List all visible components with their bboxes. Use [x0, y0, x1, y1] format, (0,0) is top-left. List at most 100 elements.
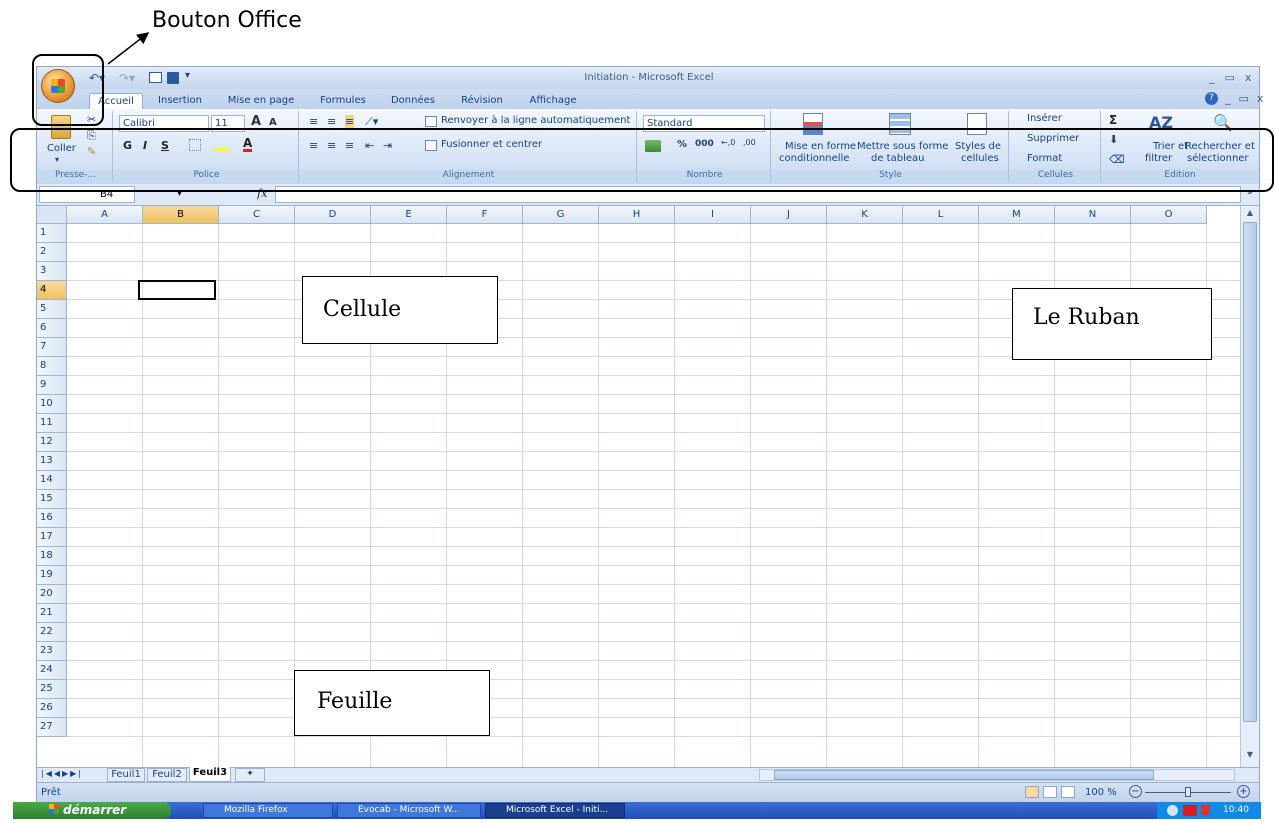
align-bottom-icon[interactable]: ≡ — [345, 115, 355, 128]
row-header[interactable]: 17 — [37, 528, 67, 547]
grid-hline — [67, 375, 1240, 376]
row-header[interactable]: 25 — [37, 680, 67, 699]
grow-font-icon[interactable]: A — [251, 114, 261, 129]
row-header[interactable]: 27 — [37, 718, 67, 737]
row-header[interactable]: 14 — [37, 471, 67, 490]
zoom-slider-thumb[interactable] — [1185, 787, 1191, 797]
screenshot-root: Bouton Office ↶▾ ↷▾ ▾ Initiation - Micro… — [0, 0, 1275, 823]
office-button[interactable] — [41, 69, 75, 103]
column-header[interactable]: K — [827, 206, 903, 224]
column-header[interactable]: B — [143, 206, 219, 224]
column-header[interactable]: M — [979, 206, 1055, 224]
row-header[interactable]: 11 — [37, 414, 67, 433]
vertical-scrollbar[interactable]: ▲ ▼ — [1240, 206, 1259, 767]
sheet-tab-feuil1[interactable]: Feuil1 — [107, 768, 145, 782]
column-header[interactable]: O — [1131, 206, 1207, 224]
selected-cell-b4[interactable] — [138, 280, 216, 300]
window-controls[interactable]: _▭x — [1209, 71, 1261, 84]
row-header[interactable]: 24 — [37, 661, 67, 680]
windows-taskbar: démarrer Mozilla Firefox Evocab - Micros… — [13, 802, 1261, 819]
row-header[interactable]: 6 — [37, 319, 67, 338]
tray-shield-icon — [1201, 805, 1210, 816]
grid-hline — [67, 413, 1240, 414]
row-header[interactable]: 3 — [37, 262, 67, 281]
column-header[interactable]: E — [371, 206, 447, 224]
tab-insertion[interactable]: Insertion — [153, 93, 207, 109]
insert-sheet-icon[interactable]: ✦ — [235, 768, 265, 782]
grid-vline — [142, 224, 143, 767]
wrap-text-button[interactable]: Renvoyer à la ligne automatiquement — [441, 115, 630, 126]
scroll-up-icon[interactable]: ▲ — [1243, 208, 1257, 220]
grid-hline — [67, 736, 1240, 737]
column-header[interactable]: G — [523, 206, 599, 224]
row-header[interactable]: 10 — [37, 395, 67, 414]
zoom-in-icon[interactable]: + — [1237, 785, 1250, 798]
zoom-level[interactable]: 100 % — [1085, 787, 1117, 798]
orientation-icon[interactable]: ⟋▾ — [365, 115, 378, 129]
column-header[interactable]: L — [903, 206, 979, 224]
view-normal-icon[interactable] — [1025, 786, 1039, 798]
insert-button[interactable]: Insérer — [1027, 113, 1062, 124]
sheet-tab-bar: |◀◀▶▶| Feuil1 Feuil2 Feuil3 ✦ — [37, 767, 1259, 782]
taskbar-item-excel[interactable]: Microsoft Excel - Initi... — [485, 803, 625, 818]
horizontal-scrollbar[interactable] — [759, 769, 1235, 781]
row-header[interactable]: 22 — [37, 623, 67, 642]
zoom-out-icon[interactable]: − — [1129, 785, 1142, 798]
align-top-icon[interactable]: ≡ — [309, 115, 318, 128]
column-header[interactable]: F — [447, 206, 523, 224]
shrink-font-icon[interactable]: A — [269, 117, 277, 128]
row-header[interactable]: 1 — [37, 224, 67, 243]
view-page-layout-icon[interactable] — [1043, 786, 1057, 798]
row-header[interactable]: 15 — [37, 490, 67, 509]
row-header[interactable]: 4 — [37, 281, 67, 300]
scroll-thumb[interactable] — [1243, 222, 1257, 722]
grid-hline — [67, 394, 1240, 395]
row-header[interactable]: 23 — [37, 642, 67, 661]
sheet-tab-feuil2[interactable]: Feuil2 — [147, 768, 187, 782]
column-header[interactable]: N — [1055, 206, 1131, 224]
column-header[interactable]: A — [67, 206, 143, 224]
row-header[interactable]: 21 — [37, 604, 67, 623]
tab-formules[interactable]: Formules — [315, 93, 371, 109]
row-header[interactable]: 8 — [37, 357, 67, 376]
column-header[interactable]: H — [599, 206, 675, 224]
column-header[interactable]: J — [751, 206, 827, 224]
view-page-break-icon[interactable] — [1061, 786, 1075, 798]
scroll-down-icon[interactable]: ▼ — [1243, 750, 1257, 762]
grid-vline — [522, 224, 523, 767]
row-header[interactable]: 5 — [37, 300, 67, 319]
grid-hline — [67, 679, 1240, 680]
column-header[interactable]: D — [295, 206, 371, 224]
taskbar-item-firefox[interactable]: Mozilla Firefox — [203, 803, 333, 818]
grid-hline — [67, 470, 1240, 471]
row-header[interactable]: 26 — [37, 699, 67, 718]
tab-donnees[interactable]: Données — [387, 93, 439, 109]
row-header[interactable]: 19 — [37, 566, 67, 585]
help-icon[interactable]: ? — [1205, 92, 1218, 105]
column-header[interactable]: I — [675, 206, 751, 224]
sheet-nav-icons[interactable]: |◀◀▶▶| — [41, 769, 83, 778]
column-header[interactable]: C — [219, 206, 295, 224]
annotation-cell-callout: Cellule — [302, 276, 498, 344]
row-header[interactable]: 16 — [37, 509, 67, 528]
sheet-tab-feuil3[interactable]: Feuil3 — [189, 767, 231, 782]
workbook-controls[interactable]: _▭x — [1225, 92, 1271, 105]
grid-hline — [67, 603, 1240, 604]
row-header[interactable]: 7 — [37, 338, 67, 357]
start-button[interactable]: démarrer — [13, 802, 171, 819]
taskbar-item-word[interactable]: Evocab - Microsoft W... — [337, 803, 481, 818]
row-header[interactable]: 13 — [37, 452, 67, 471]
select-all-corner[interactable] — [37, 206, 67, 224]
tab-affichage[interactable]: Affichage — [523, 93, 583, 109]
align-middle-icon[interactable]: ≡ — [327, 115, 336, 128]
row-header[interactable]: 2 — [37, 243, 67, 262]
row-header[interactable]: 20 — [37, 585, 67, 604]
tab-mise-en-page[interactable]: Mise en page — [223, 93, 299, 109]
tab-revision[interactable]: Révision — [457, 93, 507, 109]
autosum-icon[interactable]: Σ — [1109, 113, 1117, 127]
row-header[interactable]: 9 — [37, 376, 67, 395]
hscroll-thumb[interactable] — [774, 770, 1154, 780]
row-header[interactable]: 12 — [37, 433, 67, 452]
row-header[interactable]: 18 — [37, 547, 67, 566]
grid-vline — [750, 224, 751, 767]
